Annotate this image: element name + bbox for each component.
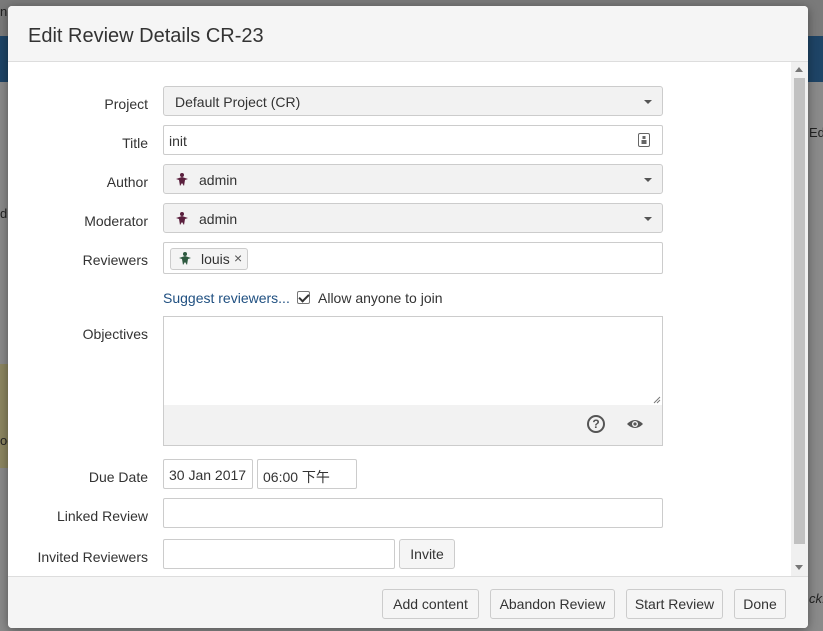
user-avatar-icon [174, 172, 190, 188]
suggest-reviewers-link[interactable]: Suggest reviewers... [163, 290, 290, 306]
title-label: Title [122, 135, 148, 151]
allow-anyone-checkbox[interactable] [297, 291, 310, 304]
dialog-title: Edit Review Details CR-23 [28, 25, 264, 47]
chevron-down-icon [644, 217, 652, 221]
add-content-button[interactable]: Add content [382, 589, 479, 619]
title-value: init [169, 133, 187, 149]
author-label: Author [106, 174, 148, 190]
invite-button[interactable]: Invite [399, 539, 455, 569]
due-time-value: 06:00 下午 [263, 469, 330, 485]
edit-review-dialog: Edit Review Details CR-23 Project Defaul… [8, 6, 808, 628]
due-date-label: Due Date [88, 469, 148, 485]
user-avatar-icon [177, 251, 193, 267]
dialog-body: Project Default Project (CR) Title init … [8, 62, 808, 576]
linked-review-input[interactable] [163, 498, 663, 528]
preview-eye-icon[interactable] [626, 417, 644, 431]
remove-reviewer-close-icon[interactable]: × [234, 250, 242, 266]
project-select[interactable]: Default Project (CR) [163, 86, 663, 116]
start-review-button[interactable]: Start Review [626, 589, 723, 619]
project-label: Project [104, 96, 148, 112]
title-input[interactable]: init [163, 125, 663, 155]
objectives-label: Objectives [82, 326, 148, 342]
moderator-label: Moderator [84, 213, 148, 229]
dialog-scrollbar[interactable] [791, 62, 808, 576]
objectives-toolbar: ? [163, 405, 663, 446]
background-text: n [0, 4, 8, 19]
user-avatar-icon [174, 211, 190, 227]
moderator-value: admin [199, 211, 238, 227]
reviewer-chip-label: louis [201, 251, 230, 267]
help-icon[interactable]: ? [587, 415, 605, 433]
scroll-thumb[interactable] [794, 78, 805, 544]
scroll-up-arrow-icon[interactable] [795, 67, 803, 72]
dialog-header: Edit Review Details CR-23 [8, 6, 808, 62]
invited-reviewers-input[interactable] [163, 539, 395, 569]
moderator-select[interactable]: admin [163, 203, 663, 233]
background-text: ck. [809, 591, 823, 606]
dialog-footer: Add content Abandon Review Start Review … [8, 576, 808, 628]
due-date-input[interactable]: 30 Jan 2017 [163, 459, 253, 489]
background-text: Ed [809, 125, 823, 140]
chevron-down-icon [644, 178, 652, 182]
due-date-value: 30 Jan 2017 [169, 467, 247, 483]
reviewer-chip: louis × [170, 248, 248, 270]
abandon-review-button[interactable]: Abandon Review [490, 589, 615, 619]
scroll-down-arrow-icon[interactable] [795, 565, 803, 570]
author-value: admin [199, 172, 238, 188]
due-time-input[interactable]: 06:00 下午 [257, 459, 357, 489]
contact-card-icon [638, 133, 650, 147]
allow-anyone-label: Allow anyone to join [318, 290, 443, 306]
reviewers-label: Reviewers [82, 252, 148, 268]
chevron-down-icon [644, 100, 652, 104]
done-button[interactable]: Done [734, 589, 786, 619]
author-select[interactable]: admin [163, 164, 663, 194]
linked-review-label: Linked Review [56, 508, 148, 524]
project-value: Default Project (CR) [175, 94, 301, 110]
objectives-textarea[interactable] [163, 316, 663, 406]
reviewers-input[interactable]: louis × [163, 242, 663, 274]
resize-handle-icon [653, 396, 661, 404]
invited-reviewers-label: Invited Reviewers [37, 549, 149, 565]
background-text: d [0, 206, 8, 221]
